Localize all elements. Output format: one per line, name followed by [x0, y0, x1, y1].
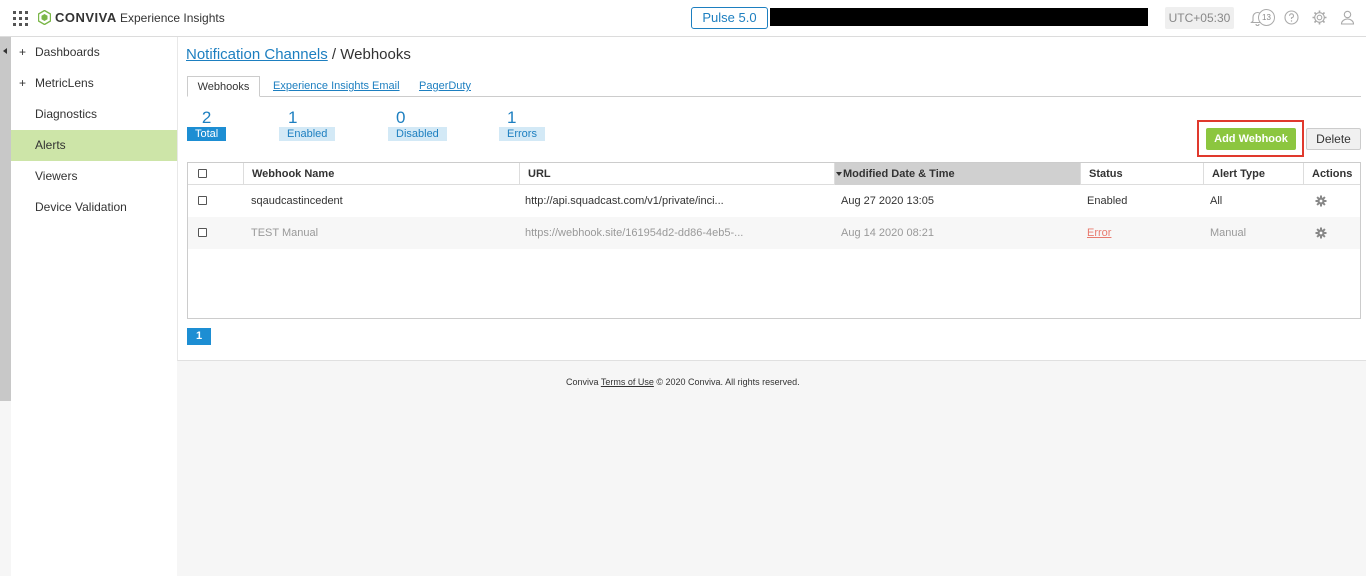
column-header-webhook-name[interactable]: Webhook Name	[243, 163, 519, 185]
pulse-switch-button[interactable]: Pulse 5.0	[691, 7, 768, 29]
top-header: CONVIVA Experience Insights Pulse 5.0 UT…	[0, 0, 1366, 37]
expand-plus-icon[interactable]: +	[19, 68, 26, 99]
main-panel: Notification Channels / Webhooks Webhook…	[177, 37, 1366, 361]
status-error-link[interactable]: Error	[1079, 217, 1202, 249]
stat-enabled-value: 1	[288, 108, 298, 127]
modified-date-cell: Aug 27 2020 13:05	[841, 195, 934, 207]
alert-type-cell: Manual	[1210, 227, 1247, 239]
table-header-row: Webhook Name URL Modified Date & Time St…	[188, 163, 1360, 185]
stat-enabled-label: Enabled	[279, 127, 336, 141]
sort-descending-icon	[836, 172, 842, 177]
tab-webhooks[interactable]: Webhooks	[187, 76, 260, 97]
webhook-name-cell[interactable]: sqaudcastincedent	[243, 185, 519, 217]
table-row[interactable]: sqaudcastincedent http://api.squadcast.c…	[188, 185, 1360, 217]
sidebar-item-label: Diagnostics	[35, 107, 98, 121]
breadcrumb: Notification Channels / Webhooks	[186, 46, 411, 63]
breadcrumb-current: Webhooks	[340, 46, 411, 63]
stat-total-value: 2	[201, 108, 212, 127]
footer: Conviva Terms of Use © 2020 Conviva. All…	[566, 377, 800, 387]
timezone-selector[interactable]: UTC+05:30	[1165, 7, 1234, 29]
column-header-actions: Actions	[1303, 163, 1361, 185]
pagination-page-button[interactable]: 1	[187, 328, 211, 345]
sidebar-item-diagnostics[interactable]: Diagnostics	[11, 99, 177, 130]
modified-date-cell: Aug 14 2020 08:21	[841, 227, 934, 239]
stat-errors-label: Errors	[499, 127, 545, 141]
tab-pagerduty[interactable]: PagerDuty	[419, 76, 471, 97]
stat-total[interactable]: 2 Total	[187, 108, 227, 141]
channel-tabs: Webhooks Experience Insights Email Pager…	[187, 76, 1361, 97]
column-header-alert-type[interactable]: Alert Type	[1203, 163, 1303, 185]
delete-button[interactable]: Delete	[1306, 128, 1361, 150]
conviva-logo-icon	[38, 10, 51, 25]
sidebar-item-viewers[interactable]: Viewers	[11, 161, 177, 192]
breadcrumb-notification-channels-link[interactable]: Notification Channels	[186, 46, 328, 63]
product-name: Experience Insights	[120, 11, 225, 25]
alert-type-cell: All	[1210, 195, 1223, 207]
stat-disabled-label: Disabled	[388, 127, 447, 141]
webhook-name-cell[interactable]: TEST Manual	[243, 217, 519, 249]
sidebar-nav: + Dashboards + MetricLens Diagnostics Al…	[11, 37, 177, 576]
row-actions-gear-icon[interactable]	[1315, 195, 1327, 207]
sidebar-item-label: MetricLens	[35, 76, 94, 90]
sidebar-item-label: Dashboards	[35, 45, 100, 59]
row-checkbox[interactable]	[198, 196, 207, 205]
sidebar-item-label: Device Validation	[35, 200, 127, 214]
collapse-arrow-icon	[3, 48, 7, 54]
sidebar-item-metriclens[interactable]: + MetricLens	[11, 68, 177, 99]
add-webhook-button[interactable]: Add Webhook	[1206, 128, 1296, 150]
stat-disabled[interactable]: 0 Disabled	[388, 109, 447, 141]
conviva-logo[interactable]: CONVIVA	[38, 10, 117, 25]
column-header-url[interactable]: URL	[519, 163, 834, 185]
sidebar-item-device-validation[interactable]: Device Validation	[11, 192, 177, 223]
sidebar-item-label: Viewers	[35, 169, 78, 183]
stat-errors-value: 1	[507, 108, 517, 127]
sidebar-collapse-handle[interactable]	[0, 37, 11, 401]
row-actions-gear-icon[interactable]	[1315, 227, 1327, 239]
redacted-account-info	[770, 8, 1148, 26]
stat-errors[interactable]: 1 Errors	[499, 109, 545, 141]
help-icon[interactable]	[1283, 9, 1300, 26]
footer-copyright: © 2020 Conviva. All rights reserved.	[656, 377, 800, 387]
sidebar-item-label: Alerts	[35, 138, 66, 152]
brand-name: CONVIVA	[55, 10, 117, 25]
webhook-url-cell: http://api.squadcast.com/v1/private/inci…	[525, 195, 724, 207]
sidebar-item-dashboards[interactable]: + Dashboards	[11, 37, 177, 68]
column-header-status[interactable]: Status	[1080, 163, 1203, 185]
notification-count-badge[interactable]: 13	[1258, 9, 1275, 26]
settings-gear-icon[interactable]	[1311, 9, 1328, 26]
webhooks-table: Webhook Name URL Modified Date & Time St…	[187, 162, 1361, 319]
stat-enabled[interactable]: 1 Enabled	[279, 108, 336, 141]
status-cell: Enabled	[1087, 195, 1128, 207]
row-checkbox[interactable]	[198, 228, 207, 237]
tab-experience-insights-email[interactable]: Experience Insights Email	[273, 76, 400, 97]
breadcrumb-separator: /	[331, 46, 337, 63]
expand-plus-icon[interactable]: +	[19, 37, 26, 68]
app-launcher-icon[interactable]	[13, 11, 28, 26]
stat-total-label: Total	[187, 127, 227, 141]
user-profile-icon[interactable]	[1339, 9, 1356, 26]
select-all-checkbox[interactable]	[198, 169, 207, 178]
sidebar-item-alerts[interactable]: Alerts	[11, 130, 177, 161]
terms-of-use-link[interactable]: Terms of Use	[601, 377, 654, 387]
table-row[interactable]: TEST Manual https://webhook.site/161954d…	[188, 217, 1360, 249]
column-header-modified-date-label: Modified Date & Time	[843, 168, 955, 180]
webhook-url-cell: https://webhook.site/161954d2-dd86-4eb5-…	[525, 227, 744, 239]
stat-disabled-value: 0	[396, 108, 406, 127]
footer-company: Conviva	[566, 377, 599, 387]
column-header-modified-date[interactable]: Modified Date & Time	[834, 163, 1080, 185]
